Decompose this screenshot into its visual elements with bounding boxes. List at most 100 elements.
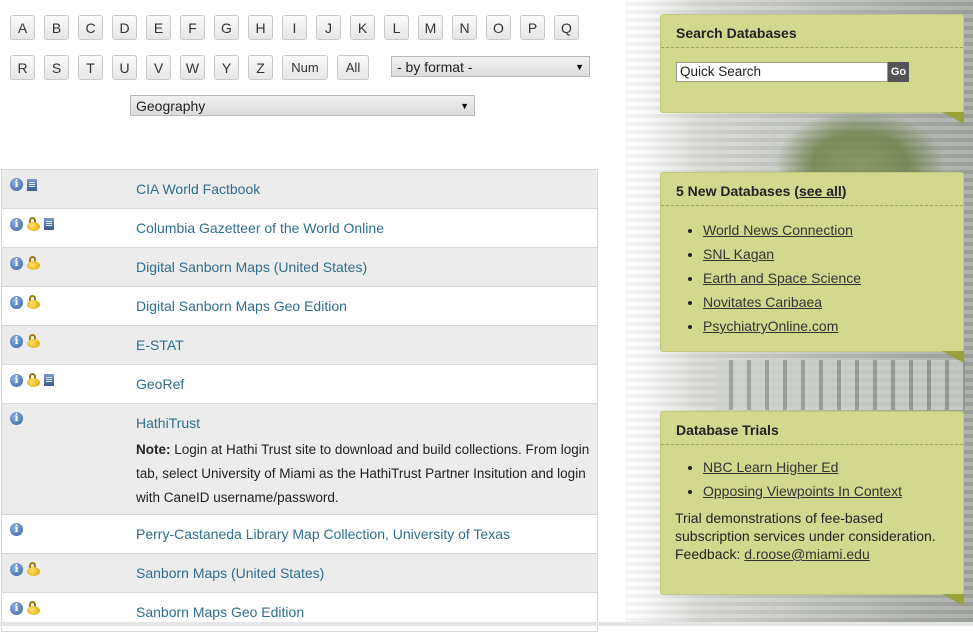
letter-button-d[interactable]: D — [112, 15, 137, 40]
database-row: i Digital Sanborn Maps (United States) — [1, 248, 598, 287]
new-database-link[interactable]: Earth and Space Science — [703, 270, 861, 286]
info-icon[interactable]: i — [10, 562, 23, 576]
row-icons: i — [10, 562, 40, 576]
letter-button-all[interactable]: All — [337, 55, 369, 80]
trial-database-item: Opposing Viewpoints In Context — [703, 479, 963, 503]
database-link[interactable]: CIA World Factbook — [136, 181, 260, 197]
letter-button-h[interactable]: H — [248, 15, 273, 40]
new-database-link[interactable]: PsychiatryOnline.com — [703, 318, 838, 334]
database-note: Note: Login at Hathi Trust site to downl… — [136, 438, 592, 510]
letter-button-q[interactable]: Q — [554, 15, 579, 40]
quick-search-input[interactable]: Quick Search — [676, 62, 888, 82]
database-row: i Columbia Gazetteer of the World Online — [1, 209, 598, 248]
alphabet-nav-row-2: R S T U V W Y Z Num All — [10, 55, 369, 80]
database-link[interactable]: E-STAT — [136, 337, 184, 353]
letter-button-l[interactable]: L — [384, 15, 409, 40]
document-icon — [27, 178, 37, 191]
database-link[interactable]: Perry-Castaneda Library Map Collection, … — [136, 526, 510, 542]
letter-button-v[interactable]: V — [146, 55, 171, 80]
info-icon[interactable]: i — [10, 601, 23, 615]
letter-button-s[interactable]: S — [44, 55, 69, 80]
database-link[interactable]: Digital Sanborn Maps Geo Edition — [136, 298, 347, 314]
info-icon[interactable]: i — [10, 256, 23, 270]
row-icons: i — [10, 217, 54, 231]
info-icon[interactable]: i — [10, 295, 23, 309]
letter-button-e[interactable]: E — [146, 15, 171, 40]
chevron-down-icon: ▼ — [575, 61, 584, 72]
database-row: i Perry-Castaneda Library Map Collection,… — [1, 515, 598, 554]
database-link[interactable]: Sanborn Maps (United States) — [136, 565, 324, 581]
database-row: i Sanborn Maps Geo Edition — [1, 593, 598, 632]
go-button[interactable]: Go — [888, 62, 909, 82]
panel-title-prefix: 5 New Databases ( — [676, 183, 799, 199]
letter-button-b[interactable]: B — [44, 15, 69, 40]
letter-button-m[interactable]: M — [418, 15, 443, 40]
feedback-email-link[interactable]: d.roose@miami.edu — [744, 546, 870, 562]
format-select[interactable]: - by format - ▼ — [391, 56, 590, 77]
trial-database-item: NBC Learn Higher Ed — [703, 455, 963, 479]
database-list: i CIA World Factbook i Columbia Gazetteer o… — [1, 169, 598, 632]
letter-button-f[interactable]: F — [180, 15, 205, 40]
lock-icon — [27, 562, 40, 576]
document-icon — [44, 218, 54, 230]
panel-title: 5 New Databases (see all) — [661, 173, 963, 206]
database-row: i Digital Sanborn Maps Geo Edition — [1, 287, 598, 326]
letter-button-k[interactable]: K — [350, 15, 375, 40]
database-link[interactable]: GeoRef — [136, 376, 184, 392]
lock-icon — [27, 373, 40, 387]
new-database-item: SNL Kagan — [703, 242, 963, 266]
letter-button-n[interactable]: N — [452, 15, 477, 40]
database-link[interactable]: Sanborn Maps Geo Edition — [136, 604, 304, 620]
lock-icon — [27, 295, 40, 309]
subject-select[interactable]: Geography ▼ — [130, 95, 475, 116]
letter-button-r[interactable]: R — [10, 55, 35, 80]
database-row: i GeoRef — [1, 365, 598, 404]
letter-button-i[interactable]: I — [282, 15, 307, 40]
panel-title: Database Trials — [661, 412, 963, 445]
info-icon[interactable]: i — [10, 334, 23, 348]
letter-button-c[interactable]: C — [78, 15, 103, 40]
trials-list: NBC Learn Higher Ed Opposing Viewpoints I… — [661, 455, 963, 503]
new-database-item: Novitates Caribaea — [703, 290, 963, 314]
lock-icon — [27, 256, 40, 270]
letter-button-p[interactable]: P — [520, 15, 545, 40]
note-label: Note: — [136, 442, 171, 457]
letter-button-y[interactable]: Y — [214, 55, 239, 80]
database-link[interactable]: HathiTrust — [136, 415, 200, 431]
letter-button-z[interactable]: Z — [248, 55, 273, 80]
letter-button-o[interactable]: O — [486, 15, 511, 40]
lock-icon — [27, 217, 40, 231]
new-database-link[interactable]: SNL Kagan — [703, 246, 774, 262]
letter-button-t[interactable]: T — [78, 55, 103, 80]
panel-title-suffix: ) — [841, 183, 847, 199]
bottom-divider — [0, 622, 973, 626]
new-database-link[interactable]: Novitates Caribaea — [703, 294, 822, 310]
info-icon[interactable]: i — [10, 523, 23, 536]
trial-database-link[interactable]: NBC Learn Higher Ed — [703, 459, 838, 475]
row-icons: i — [10, 334, 40, 348]
row-icons: i — [10, 601, 40, 615]
letter-button-u[interactable]: U — [112, 55, 137, 80]
letter-button-w[interactable]: W — [180, 55, 205, 80]
note-text: Login at Hathi Trust site to download an… — [136, 442, 590, 505]
database-link[interactable]: Digital Sanborn Maps (United States) — [136, 259, 367, 275]
panel-corner-tab — [942, 594, 964, 606]
trial-database-link[interactable]: Opposing Viewpoints In Context — [703, 483, 902, 499]
document-icon — [44, 374, 54, 386]
see-all-link[interactable]: see all — [799, 183, 842, 199]
database-row: i Sanborn Maps (United States) — [1, 554, 598, 593]
panel-corner-tab — [942, 112, 964, 124]
alphabet-nav-row-1: ABCDEFGHIJKLMNOPQ — [10, 15, 579, 40]
letter-button-num[interactable]: Num — [282, 55, 328, 80]
info-icon[interactable]: i — [10, 412, 23, 425]
letter-button-g[interactable]: G — [214, 15, 239, 40]
info-icon[interactable]: i — [10, 178, 23, 191]
chevron-down-icon: ▼ — [460, 100, 469, 111]
letter-button-a[interactable]: A — [10, 15, 35, 40]
row-icons: i — [10, 412, 23, 425]
database-link[interactable]: Columbia Gazetteer of the World Online — [136, 220, 384, 236]
info-icon[interactable]: i — [10, 373, 23, 387]
letter-button-j[interactable]: J — [316, 15, 341, 40]
info-icon[interactable]: i — [10, 217, 23, 231]
new-database-link[interactable]: World News Connection — [703, 222, 853, 238]
